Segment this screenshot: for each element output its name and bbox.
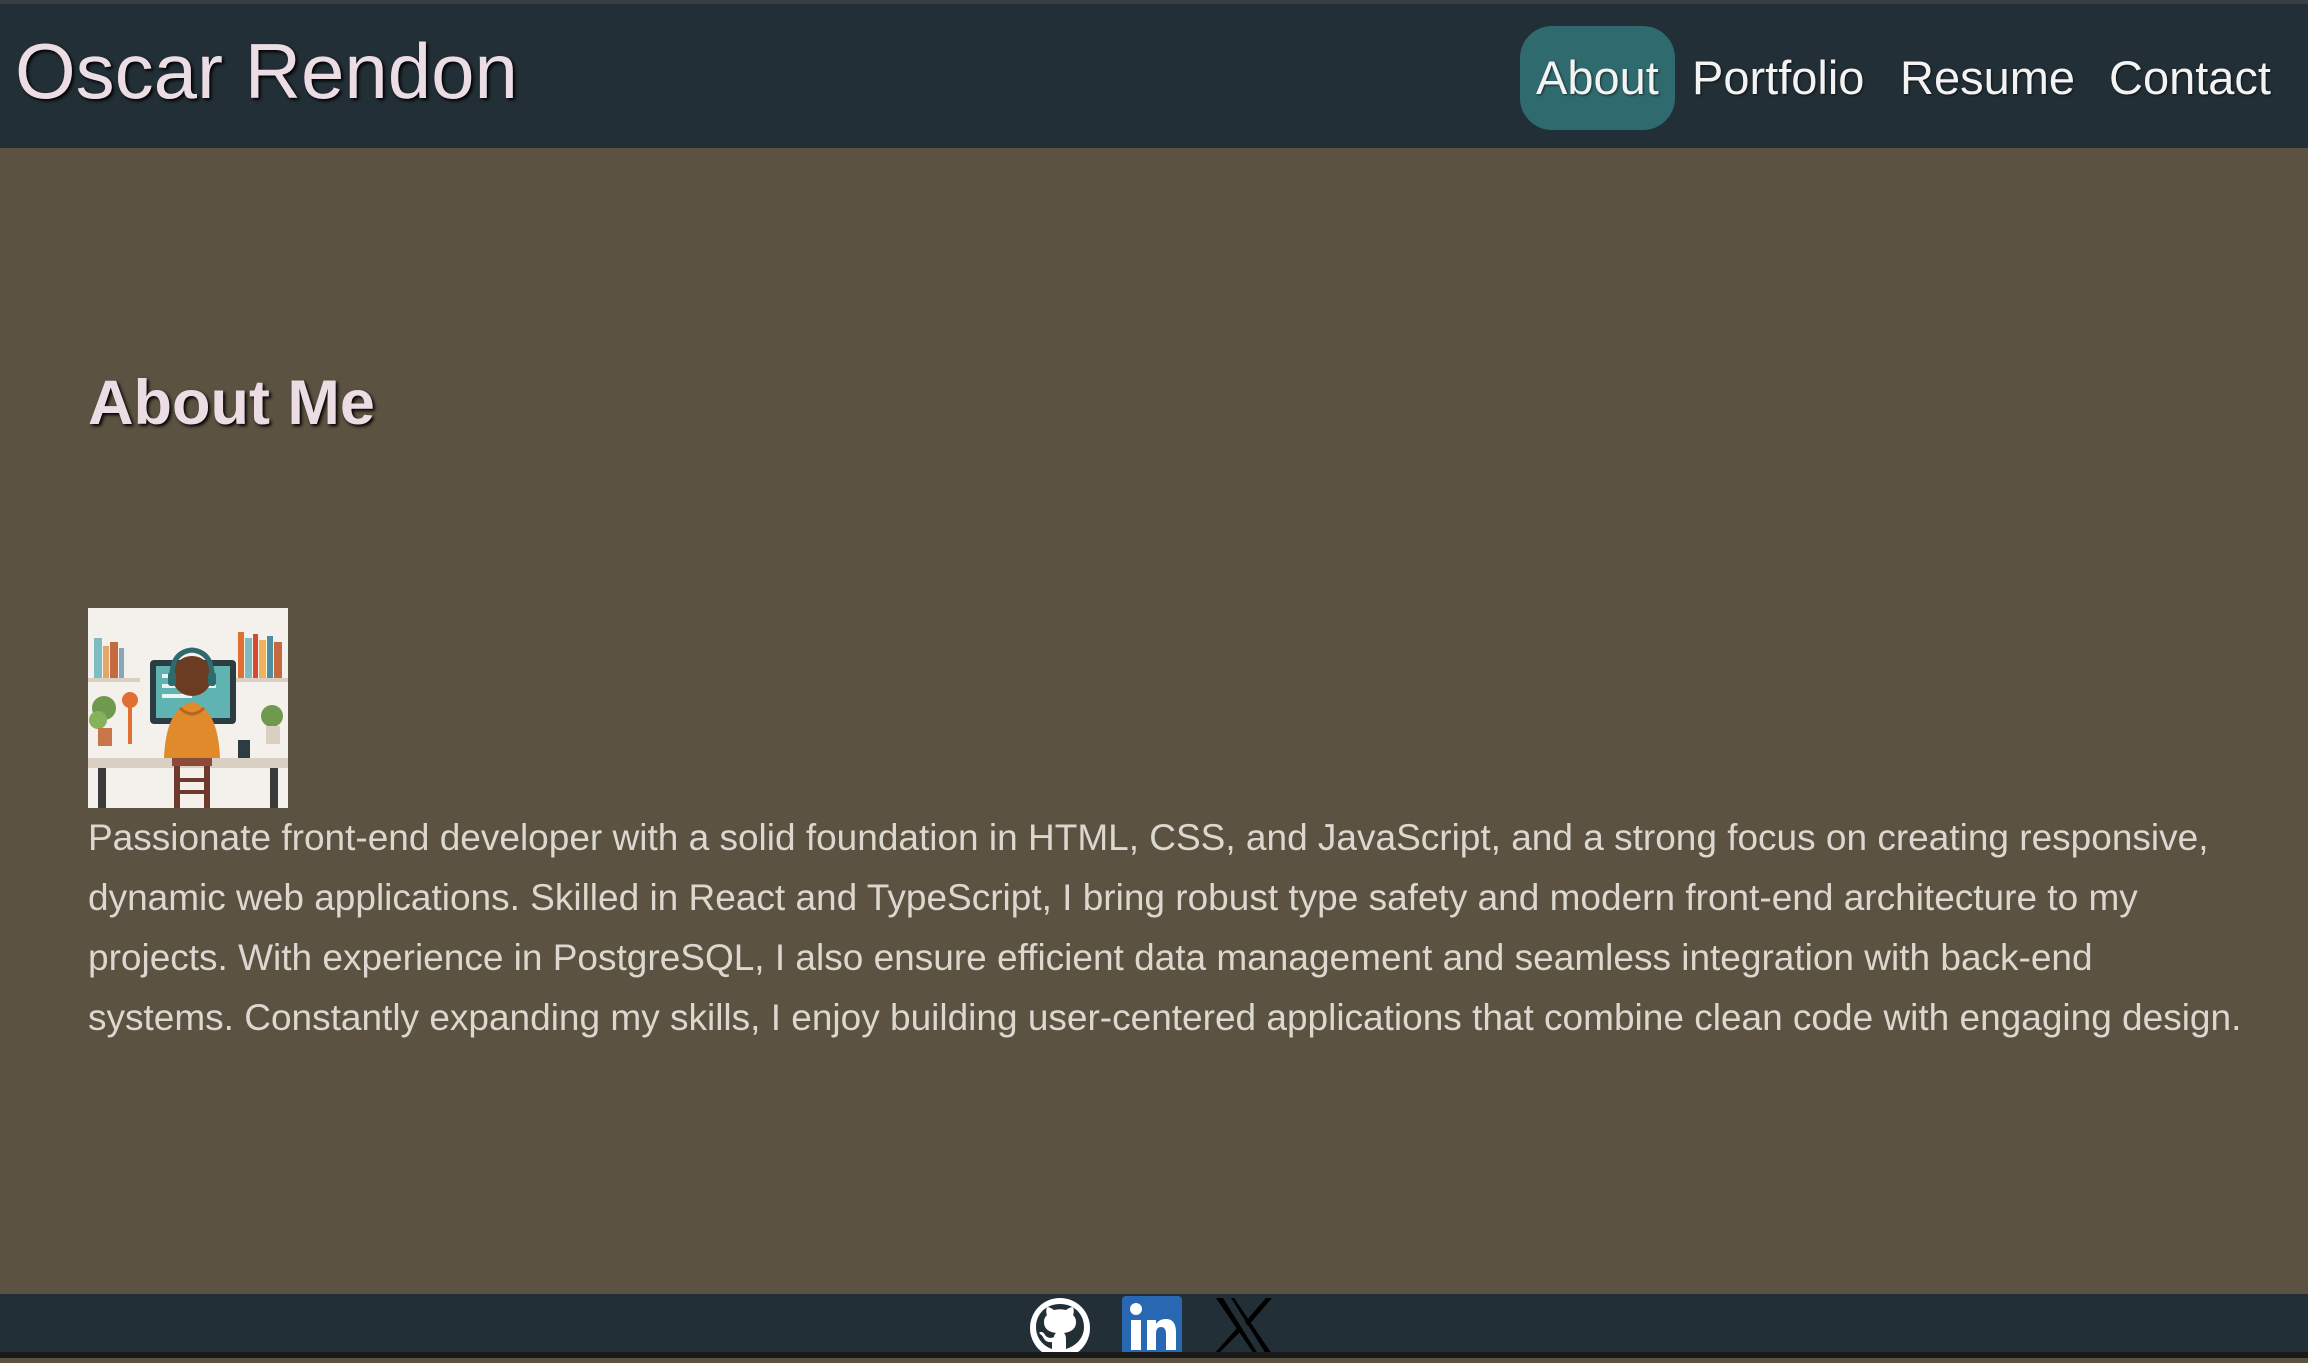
bottom-border [0,1352,2308,1358]
about-section: About Me Passionate front-end developer … [0,148,2308,1294]
nav-resume[interactable]: Resume [1900,26,2075,130]
section-title: About Me [88,368,375,438]
linkedin-icon [1122,1296,1182,1356]
site-title: Oscar Rendon [15,27,518,115]
developer-illustration [88,608,288,808]
bio-text: Passionate front-end developer with a so… [88,817,2242,1038]
github-link[interactable] [1028,1294,1092,1358]
x-link[interactable] [1214,1294,1274,1358]
site-footer [0,1294,2308,1358]
nav-portfolio[interactable]: Portfolio [1692,26,1864,130]
site-header: Oscar Rendon About Portfolio Resume Cont… [0,4,2308,148]
nav-about[interactable]: About [1520,26,1675,130]
x-icon [1214,1298,1272,1354]
linkedin-link[interactable] [1122,1294,1182,1358]
nav-contact[interactable]: Contact [2109,26,2271,130]
profile-image [88,608,288,808]
github-icon [1030,1298,1090,1358]
